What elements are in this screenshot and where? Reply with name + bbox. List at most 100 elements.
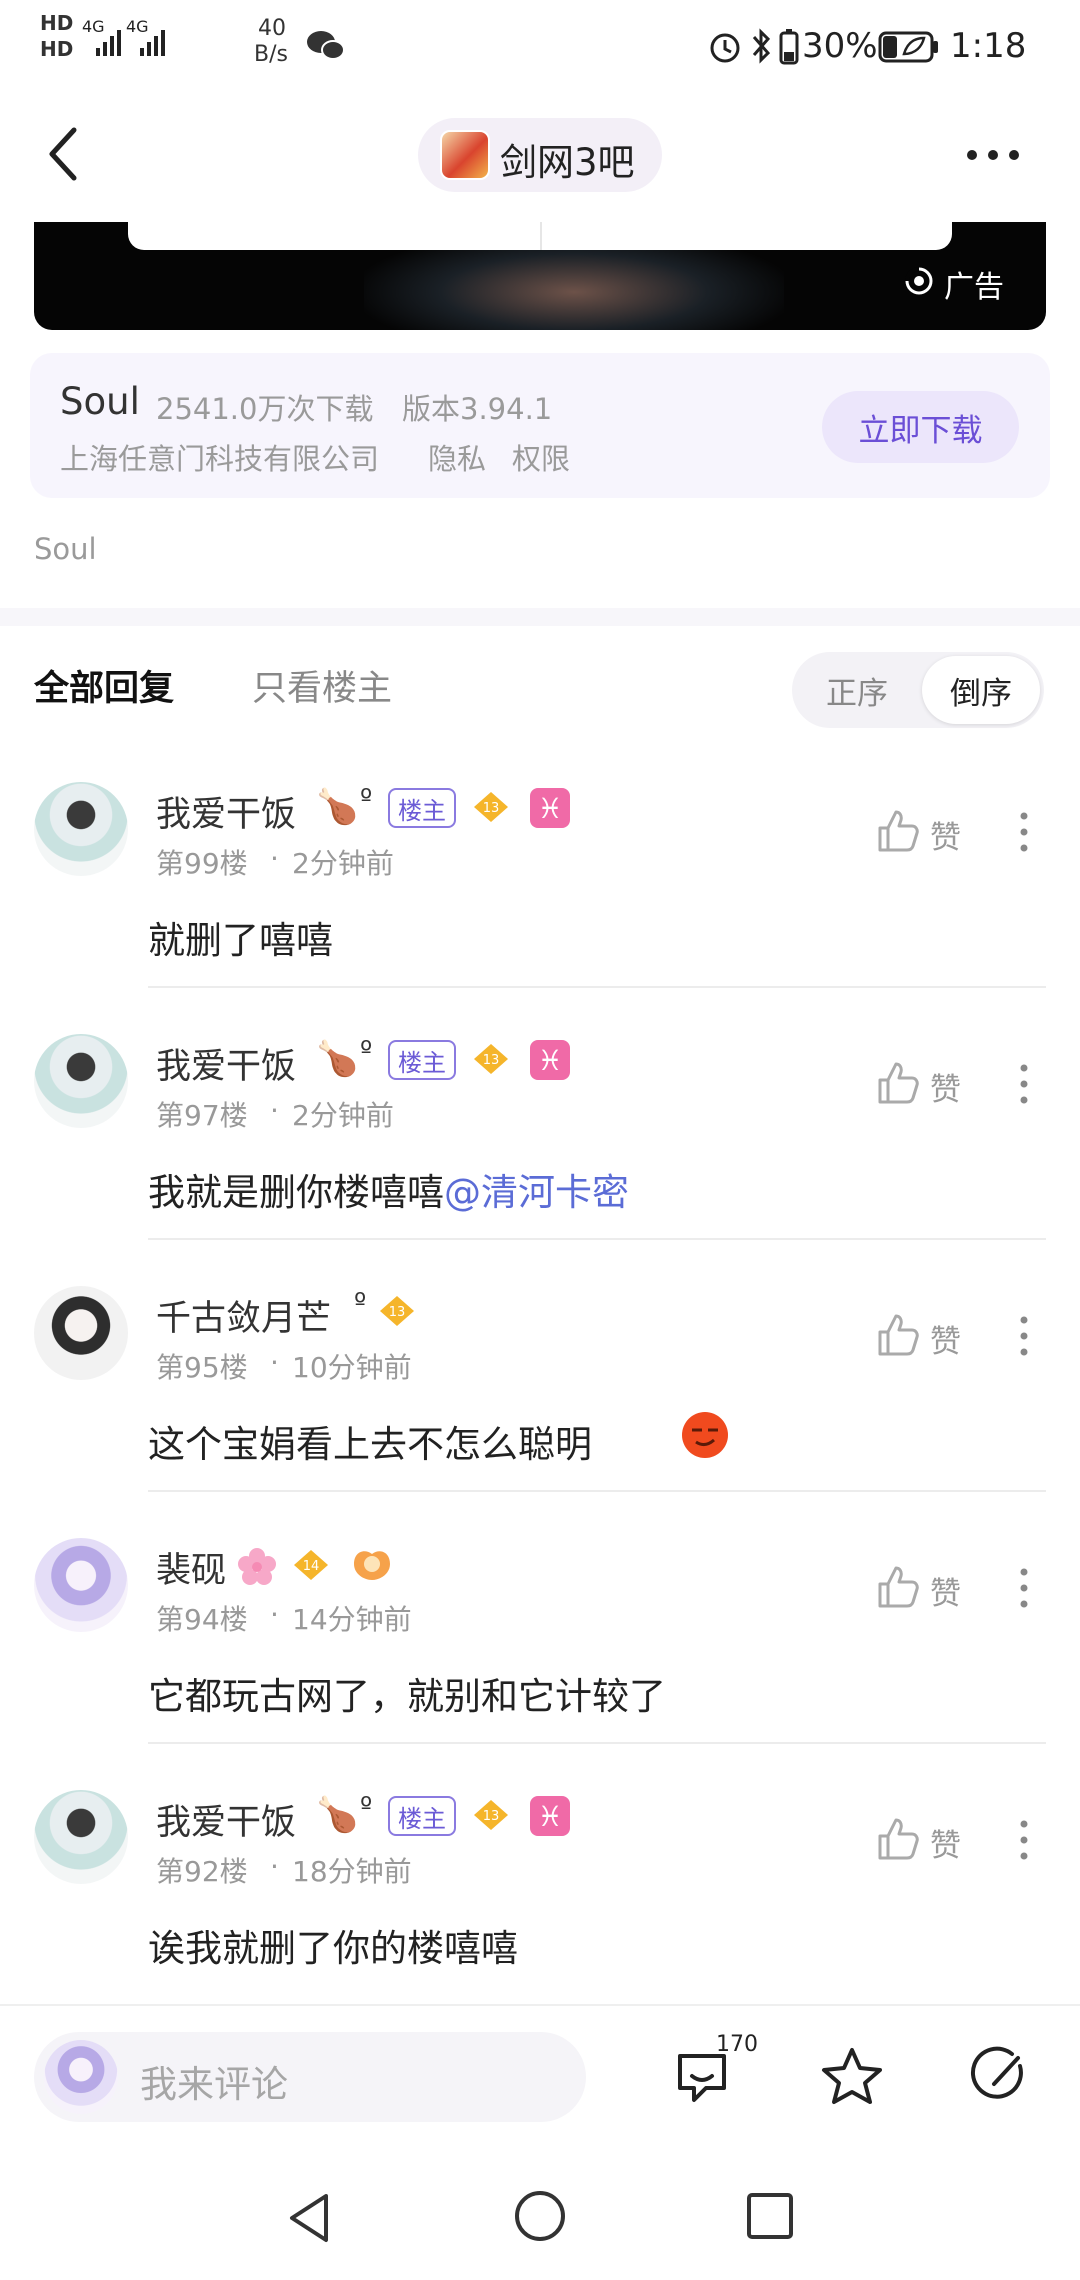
avatar[interactable] bbox=[34, 1286, 128, 1380]
mention-link[interactable]: @清河卡密 bbox=[444, 1171, 629, 1214]
comment-count: 170 bbox=[716, 2032, 758, 2057]
sort-asc-button[interactable]: 正序 bbox=[800, 658, 914, 722]
ad-caption: Soul bbox=[34, 532, 97, 566]
like-icon[interactable] bbox=[876, 1312, 920, 1358]
download-button[interactable]: 立即下载 bbox=[822, 391, 1019, 463]
avatar[interactable] bbox=[34, 1034, 128, 1128]
level-badge-icon: 13 bbox=[380, 1296, 414, 1326]
level-badge-icon: 13 bbox=[474, 792, 508, 822]
level-badge-icon: 13 bbox=[474, 1044, 508, 1074]
battery-percent: 30% bbox=[802, 26, 878, 66]
comment-divider bbox=[148, 1238, 1046, 1240]
battery-icon bbox=[779, 29, 799, 65]
ad-banner[interactable]: 广告 bbox=[34, 222, 1046, 330]
like-icon[interactable] bbox=[876, 1816, 920, 1862]
avatar[interactable] bbox=[34, 1538, 128, 1632]
comment-more-icon[interactable] bbox=[1018, 1062, 1030, 1106]
post-time: 18分钟前 bbox=[292, 1855, 412, 1888]
net-speed-value: 40 bbox=[258, 16, 286, 41]
username[interactable]: 我爱干饭 bbox=[156, 786, 296, 837]
comment-item: 裴砚 14 第94楼 · 14分钟前 赞 它都玩古网了，就别和它计较了 bbox=[0, 1526, 1080, 1746]
achievement-badge-icon bbox=[354, 1551, 390, 1580]
comment-item: 我爱干饭 🍗 º 楼主 13 ♓ 第92楼 · 18分钟前 赞 诶我就删了你的楼… bbox=[0, 1778, 1080, 1998]
name-suffix: º bbox=[360, 1792, 373, 1822]
section-divider bbox=[0, 608, 1080, 626]
forum-title[interactable]: 剑网3吧 bbox=[500, 132, 635, 186]
clock: 1:18 bbox=[950, 26, 1027, 66]
owner-badge: 楼主 bbox=[388, 1796, 456, 1836]
sort-desc-button[interactable]: 倒序 bbox=[922, 656, 1040, 724]
like-label[interactable]: 赞 bbox=[930, 1820, 961, 1865]
hd1-label: HD bbox=[40, 11, 74, 35]
emoji-smirk-icon bbox=[682, 1412, 728, 1458]
like-label[interactable]: 赞 bbox=[930, 1064, 961, 1109]
name-suffix: º bbox=[354, 1288, 367, 1318]
net-speed-unit: B/s bbox=[254, 42, 288, 67]
tab-all-replies[interactable]: 全部回复 bbox=[34, 660, 174, 711]
level-number: 13 bbox=[483, 1809, 500, 1824]
meta-dot: · bbox=[270, 1598, 279, 1631]
level-number: 14 bbox=[303, 1559, 320, 1574]
username[interactable]: 千古敛月芒 bbox=[156, 1290, 331, 1341]
comment-item: 我爱干饭 🍗 º 楼主 13 ♓ 第99楼 · 2分钟前 赞 就删了嘻嘻 bbox=[0, 770, 1080, 990]
comment-input-placeholder[interactable]: 我来评论 bbox=[140, 2054, 288, 2108]
zodiac-pisces-icon: ♓ bbox=[530, 788, 570, 828]
comment-divider bbox=[148, 1742, 1046, 1744]
post-time: 2分钟前 bbox=[292, 847, 394, 880]
avatar[interactable] bbox=[34, 1790, 128, 1884]
comment-divider bbox=[148, 986, 1046, 988]
share-icon[interactable] bbox=[970, 2046, 1032, 2108]
floor-number: 第95楼 bbox=[156, 1351, 248, 1384]
name-suffix: º bbox=[360, 1036, 373, 1066]
comment-more-icon[interactable] bbox=[1018, 1818, 1030, 1862]
comment-more-icon[interactable] bbox=[1018, 1566, 1030, 1610]
app-name: Soul bbox=[60, 380, 140, 423]
bottom-bar-divider bbox=[0, 2004, 1080, 2006]
floor-number: 第97楼 bbox=[156, 1099, 248, 1132]
like-label[interactable]: 赞 bbox=[930, 812, 961, 857]
more-icon[interactable] bbox=[964, 140, 1022, 170]
net1-label: 4G bbox=[82, 17, 105, 36]
like-icon[interactable] bbox=[876, 1060, 920, 1106]
username[interactable]: 裴砚 bbox=[156, 1542, 226, 1593]
privacy-link[interactable]: 隐私 bbox=[428, 436, 486, 478]
owner-badge: 楼主 bbox=[388, 788, 456, 828]
avatar[interactable] bbox=[34, 782, 128, 876]
back-icon[interactable] bbox=[44, 126, 84, 182]
comment-item: 我爱干饭 🍗 º 楼主 13 ♓ 第97楼 · 2分钟前 赞 我就是删你楼嘻嘻@… bbox=[0, 1022, 1080, 1242]
net2-label: 4G bbox=[126, 17, 149, 36]
comment-text: 这个宝娟看上去不怎么聪明 bbox=[148, 1423, 592, 1466]
system-nav-bar bbox=[0, 2150, 1080, 2280]
star-favorite-icon[interactable] bbox=[820, 2046, 884, 2106]
like-icon[interactable] bbox=[876, 1564, 920, 1610]
wechat-icon bbox=[307, 31, 345, 60]
comment-divider bbox=[148, 1490, 1046, 1492]
post-time: 14分钟前 bbox=[292, 1603, 412, 1636]
like-label[interactable]: 赞 bbox=[930, 1568, 961, 1613]
floor-number: 第99楼 bbox=[156, 847, 248, 880]
username[interactable]: 我爱干饭 bbox=[156, 1794, 296, 1845]
floor-number: 第92楼 bbox=[156, 1855, 248, 1888]
nav-home-icon[interactable] bbox=[512, 2188, 568, 2244]
like-icon[interactable] bbox=[876, 808, 920, 854]
signal-icon: 4G 4G bbox=[82, 17, 165, 56]
drumstick-icon: 🍗 bbox=[316, 1039, 359, 1079]
my-avatar bbox=[44, 2040, 118, 2114]
comment-text: 诶我就删了你的楼嘻嘻 bbox=[148, 1927, 518, 1970]
comment-more-icon[interactable] bbox=[1018, 1314, 1030, 1358]
post-time: 10分钟前 bbox=[292, 1351, 412, 1384]
like-label[interactable]: 赞 bbox=[930, 1316, 961, 1361]
comment-text: 我就是删你楼嘻嘻@清河卡密 bbox=[148, 1162, 629, 1216]
post-time: 2分钟前 bbox=[292, 1099, 394, 1132]
comment-more-icon[interactable] bbox=[1018, 810, 1030, 854]
meta-dot: · bbox=[270, 1094, 279, 1127]
permissions-link[interactable]: 权限 bbox=[512, 436, 570, 478]
nav-back-icon[interactable] bbox=[284, 2190, 334, 2246]
nav-recents-icon[interactable] bbox=[744, 2190, 796, 2242]
drumstick-icon: 🍗 bbox=[316, 1795, 359, 1835]
username[interactable]: 我爱干饭 bbox=[156, 1038, 296, 1089]
meta-dot: · bbox=[270, 1346, 279, 1379]
tab-owner-only[interactable]: 只看楼主 bbox=[252, 660, 392, 711]
flower-icon bbox=[238, 1548, 276, 1585]
hd2-label: HD bbox=[40, 37, 74, 61]
